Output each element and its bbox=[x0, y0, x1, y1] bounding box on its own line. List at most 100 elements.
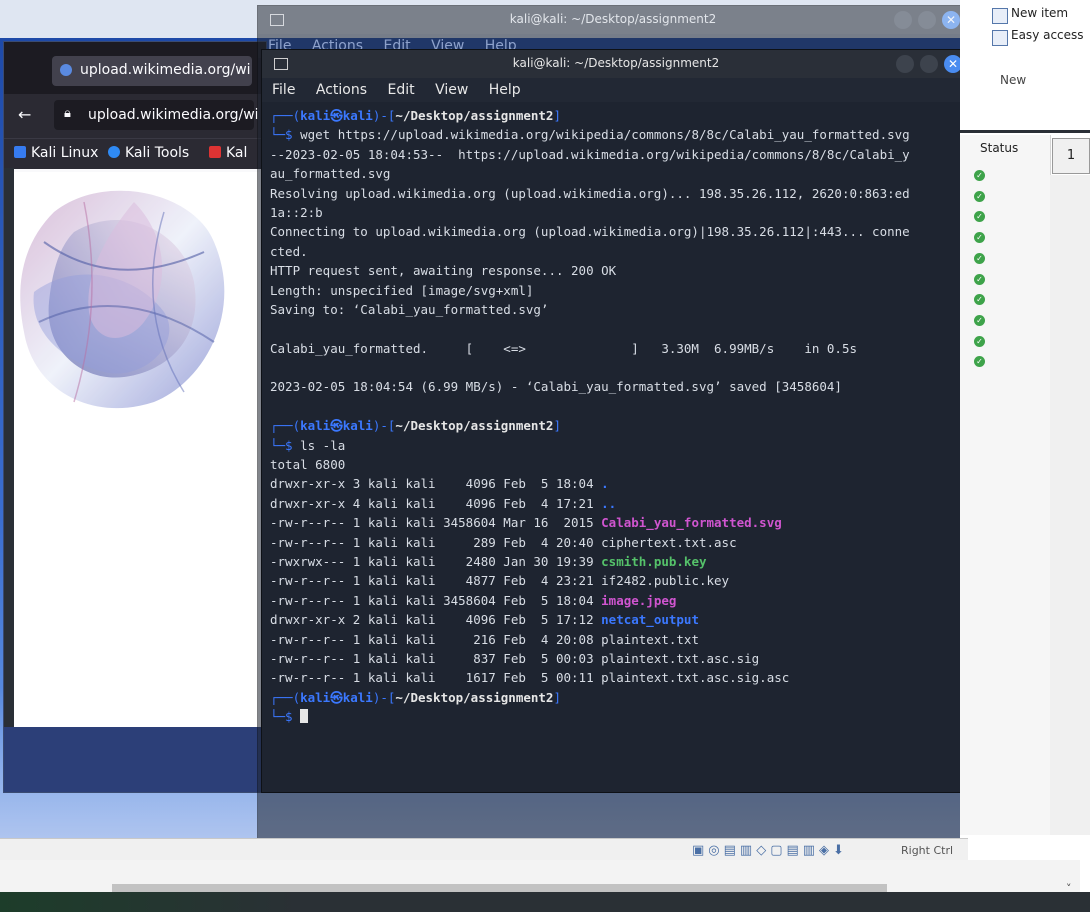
output-line: cted. bbox=[270, 243, 308, 259]
minimize-button[interactable] bbox=[896, 55, 914, 73]
prompt-decoration: └─$ bbox=[270, 437, 301, 453]
shell-prompt: ┌──(kali㉿kali)-[~/Desktop/assignment2] bbox=[270, 416, 962, 435]
prompt-decoration: ┌──( bbox=[270, 689, 301, 705]
status-synced-icon: ✓ bbox=[974, 190, 985, 202]
url-text: upload.wikimedia.org/wi bbox=[88, 107, 259, 123]
prompt-path: ~/Desktop/assignment2 bbox=[395, 108, 554, 123]
taskbar-highlight bbox=[0, 892, 300, 912]
shell-command: └─$ ls -la bbox=[270, 436, 962, 455]
prompt-user: kali bbox=[300, 689, 331, 705]
ls-metadata: drwxr-xr-x 3 kali kali 4096 Feb 5 18:04 bbox=[270, 476, 602, 492]
url-bar[interactable]: 🔒︎ upload.wikimedia.org/wi bbox=[54, 100, 259, 130]
scrollbar-thumb[interactable] bbox=[112, 884, 887, 892]
maximize-button[interactable] bbox=[920, 55, 938, 73]
new-item-button[interactable]: New item bbox=[1011, 6, 1068, 20]
ls-entry: drwxr-xr-x 2 kali kali 4096 Feb 5 17:12 … bbox=[270, 610, 962, 629]
prompt-decoration: ┌──( bbox=[270, 108, 301, 123]
prompt-at-icon: ㉿ bbox=[330, 108, 343, 123]
ls-filename: plaintext.txt.asc.sig bbox=[601, 650, 760, 666]
prompt-decoration: )-[ bbox=[372, 418, 396, 434]
output-line: total 6800 bbox=[270, 457, 346, 473]
status-synced-icon: ✓ bbox=[974, 314, 985, 326]
host-horizontal-scrollbar[interactable]: ˅ bbox=[0, 860, 1080, 895]
lock-icon: 🔒︎ bbox=[64, 106, 71, 121]
ls-metadata: drwxr-xr-x 4 kali kali 4096 Feb 4 17:21 bbox=[270, 495, 602, 511]
close-button[interactable]: ✕ bbox=[942, 11, 960, 29]
text-cursor[interactable] bbox=[300, 709, 309, 724]
bookmark-label: Kali Tools bbox=[125, 145, 190, 161]
terminal-title: kali@kali: ~/Desktop/assignment2 bbox=[512, 56, 720, 70]
window-left-edge bbox=[4, 168, 14, 788]
status-synced-icon: ✓ bbox=[974, 170, 985, 181]
ls-metadata: drwxr-xr-x 2 kali kali 4096 Feb 5 17:12 bbox=[270, 612, 602, 628]
maximize-button[interactable] bbox=[918, 11, 936, 29]
minimize-button[interactable] bbox=[894, 11, 912, 29]
terminal-window: kali@kali: ~/Desktop/assignment2 ✕ File … bbox=[262, 50, 970, 792]
menu-file[interactable]: File bbox=[272, 82, 295, 98]
prompt-host: kali bbox=[342, 418, 373, 434]
output-line: Length: unspecified [image/svg+xml] bbox=[270, 282, 534, 298]
prompt-path: ~/Desktop/assignment2 bbox=[395, 689, 554, 705]
page-number-box[interactable]: 1 bbox=[1052, 138, 1090, 174]
ls-entry: -rw-r--r-- 1 kali kali 289 Feb 4 20:40 c… bbox=[270, 533, 962, 552]
ls-metadata: -rw-r--r-- 1 kali kali 3458604 Feb 5 18:… bbox=[270, 592, 602, 608]
ls-entry: -rw-r--r-- 1 kali kali 3458604 Mar 16 20… bbox=[270, 513, 962, 532]
menu-actions[interactable]: Actions bbox=[316, 82, 367, 98]
prompt-decoration: )-[ bbox=[372, 108, 396, 123]
easy-access-icon bbox=[992, 30, 1008, 46]
command-text: wget https://upload.wikimedia.org/wikipe… bbox=[300, 127, 910, 143]
ls-entry: -rw-r--r-- 1 kali kali 216 Feb 4 20:08 p… bbox=[270, 630, 962, 649]
menu-edit[interactable]: Edit bbox=[387, 82, 414, 98]
file-explorer-panel: New item Easy access New Status ✓ ✓ ✓ ✓ ✓ ✓ ✓ ✓… bbox=[960, 0, 1090, 912]
vm-device-icons[interactable]: ▣◎▤▥◇▢▤▥◈⬇ bbox=[692, 843, 848, 858]
command-text: ls -la bbox=[300, 437, 346, 453]
firefox-navbar: ← 🔒︎ upload.wikimedia.org/wi bbox=[4, 94, 266, 138]
bookmark-label: Kal bbox=[226, 145, 248, 161]
ls-filename: Calabi_yau_formatted.svg bbox=[601, 515, 782, 531]
status-synced-icon: ✓ bbox=[974, 252, 985, 264]
menu-help[interactable]: Help bbox=[489, 82, 521, 98]
host-taskbar bbox=[0, 892, 1090, 912]
ls-entry: drwxr-xr-x 4 kali kali 4096 Feb 4 17:21 … bbox=[270, 494, 962, 513]
firefox-window: upload.wikimedia.org/wi ← 🔒︎ upload.wiki… bbox=[4, 42, 266, 792]
status-synced-icon: ✓ bbox=[974, 335, 985, 347]
shell-prompt: ┌──(kali㉿kali)-[~/Desktop/assignment2] bbox=[270, 688, 962, 707]
bookmark-kali-tools[interactable]: Kali Tools bbox=[108, 145, 189, 161]
ls-entry: -rwxrwx--- 1 kali kali 2480 Jan 30 19:39… bbox=[270, 552, 962, 571]
status-column-header[interactable]: Status bbox=[980, 141, 1018, 155]
prompt-user: kali bbox=[300, 418, 331, 434]
kali-tools-icon bbox=[108, 146, 120, 158]
back-arrow-icon[interactable]: ← bbox=[18, 105, 31, 124]
bookmark-kali-linux[interactable]: Kali Linux bbox=[14, 145, 98, 161]
prompt-at-icon: ㉿ bbox=[330, 689, 343, 705]
firefox-tabbar: upload.wikimedia.org/wi bbox=[4, 42, 266, 94]
kali-dragon-icon bbox=[14, 146, 26, 158]
svg-image-viewport bbox=[14, 172, 260, 727]
ls-metadata: -rw-r--r-- 1 kali kali 1617 Feb 5 00:11 bbox=[270, 670, 602, 686]
terminal-output[interactable]: ┌──(kali㉿kali)-[~/Desktop/assignment2] └─… bbox=[262, 102, 970, 792]
prompt-host: kali bbox=[342, 108, 373, 123]
ls-entry: -rw-r--r-- 1 kali kali 837 Feb 5 00:03 p… bbox=[270, 649, 962, 668]
ls-filename: .. bbox=[601, 495, 617, 511]
status-synced-icon: ✓ bbox=[974, 273, 985, 285]
menu-view[interactable]: View bbox=[435, 82, 468, 98]
terminal-titlebar: kali@kali: ~/Desktop/assignment2 ✕ bbox=[258, 6, 968, 34]
window-bottom-area bbox=[4, 727, 266, 792]
ls-metadata: -rw-r--r-- 1 kali kali 837 Feb 5 00:03 bbox=[270, 650, 602, 666]
explorer-scrollbar[interactable] bbox=[1050, 175, 1090, 835]
ls-metadata: -rw-r--r-- 1 kali kali 289 Feb 4 20:40 bbox=[270, 534, 602, 550]
tab-wikimedia[interactable]: upload.wikimedia.org/wi bbox=[52, 56, 252, 86]
ls-filename: . bbox=[601, 476, 609, 492]
ls-metadata: -rw-r--r-- 1 kali kali 4877 Feb 4 23:21 bbox=[270, 573, 602, 589]
bookmark-label: Kali Linux bbox=[31, 145, 99, 161]
bookmark-kali-docs[interactable]: Kal bbox=[209, 145, 247, 161]
terminal-menubar: File Actions Edit View Help bbox=[262, 78, 970, 102]
prompt-path: ~/Desktop/assignment2 bbox=[395, 418, 554, 434]
prompt-decoration: ] bbox=[553, 689, 561, 705]
ls-filename: ciphertext.txt.asc bbox=[601, 534, 737, 550]
terminal-titlebar: kali@kali: ~/Desktop/assignment2 ✕ bbox=[262, 50, 970, 78]
easy-access-button[interactable]: Easy access bbox=[1011, 28, 1084, 42]
output-line: au_formatted.svg bbox=[270, 166, 391, 182]
